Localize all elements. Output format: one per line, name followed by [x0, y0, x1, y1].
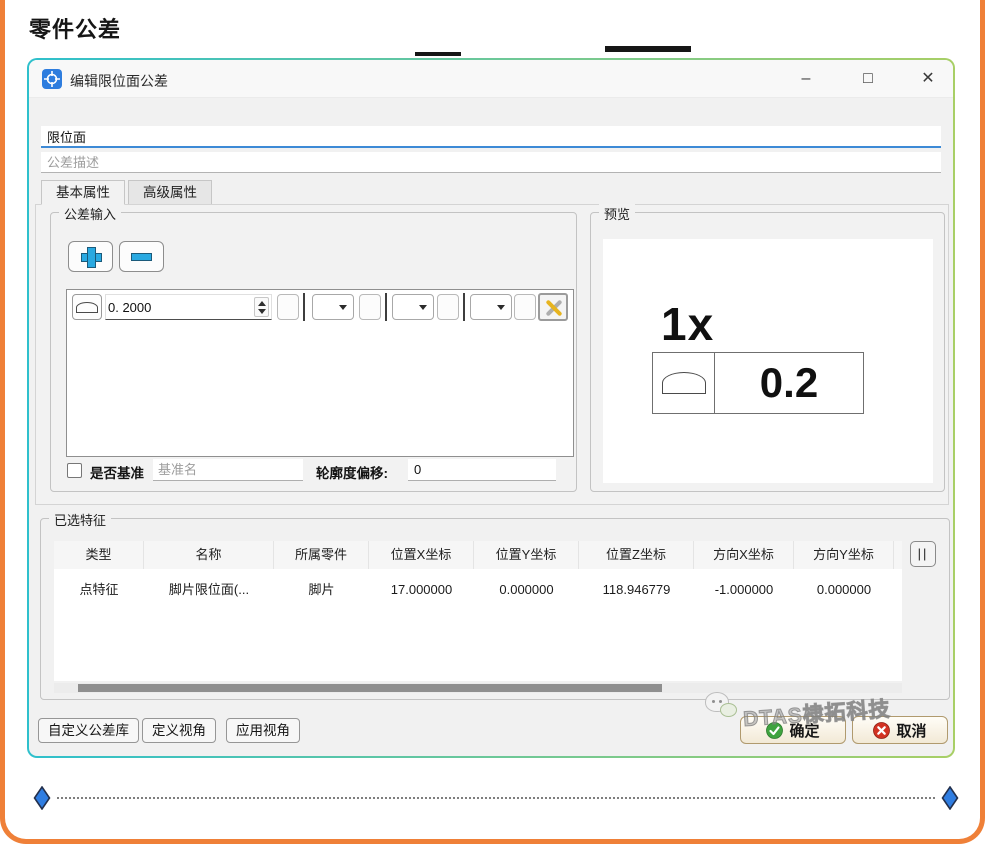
cell-dir-x: -1.000000 — [694, 575, 794, 605]
page-title: 零件公差 — [29, 12, 121, 44]
modifier-box-4[interactable] — [514, 294, 536, 320]
horizontal-scrollbar[interactable] — [54, 683, 902, 693]
profile-offset-label: 轮廓度偏移: — [316, 462, 388, 482]
separator — [303, 293, 305, 321]
chevron-down-icon — [419, 305, 427, 310]
table-row[interactable]: 点特征 脚片限位面(... 脚片 17.000000 0.000000 118.… — [54, 575, 902, 605]
col-part[interactable]: 所属零件 — [274, 541, 369, 569]
datum-combo-1[interactable] — [312, 294, 354, 320]
spinner-arrows[interactable] — [254, 297, 269, 317]
modifier-box-2[interactable] — [359, 294, 381, 320]
part-tolerance-page: 零件公差 编辑限位面公差 – □ ✕ 基本属性 — [0, 0, 985, 844]
is-datum-label: 是否基准 — [90, 462, 144, 482]
tolerance-row — [67, 290, 573, 324]
preview-canvas: 1x 0.2 — [603, 239, 933, 483]
minimize-button[interactable]: – — [791, 64, 821, 94]
define-view-button[interactable]: 定义视角 — [142, 718, 216, 743]
separator — [385, 293, 387, 321]
col-pos-y[interactable]: 位置Y坐标 — [474, 541, 579, 569]
dialog-titlebar[interactable]: 编辑限位面公差 – □ ✕ — [29, 60, 953, 98]
tolerance-description-input[interactable] — [41, 152, 941, 173]
chevron-down-icon — [339, 305, 347, 310]
group-label: 预览 — [599, 204, 635, 223]
group-label: 公差输入 — [59, 204, 121, 223]
dotted-separator — [57, 797, 935, 799]
preview-group: 预览 1x 0.2 — [590, 212, 945, 492]
close-button[interactable]: ✕ — [913, 64, 943, 94]
spin-up-icon[interactable] — [258, 301, 266, 306]
spin-down-icon[interactable] — [258, 309, 266, 314]
minus-icon — [131, 253, 152, 261]
crosshair-app-icon — [42, 69, 62, 89]
selected-features-group: 已选特征 类型 名称 所属零件 位置X坐标 位置Y坐标 位置Z坐标 方向X坐标 … — [40, 518, 950, 700]
profile-of-surface-icon — [76, 302, 98, 313]
dialog-title: 编辑限位面公差 — [70, 71, 168, 91]
feature-multiplier: 1x — [661, 297, 714, 351]
features-table-header: 类型 名称 所属零件 位置X坐标 位置Y坐标 位置Z坐标 方向X坐标 方向Y坐标 — [54, 541, 902, 569]
modifier-box-3[interactable] — [437, 294, 459, 320]
col-name[interactable]: 名称 — [144, 541, 274, 569]
property-tabs: 基本属性 高级属性 — [41, 180, 215, 205]
col-pos-x[interactable]: 位置X坐标 — [369, 541, 474, 569]
tab-advanced-properties[interactable]: 高级属性 — [128, 180, 212, 205]
fcf-symbol-cell — [653, 353, 715, 413]
cell-pos-x: 17.000000 — [369, 575, 474, 605]
modifier-box-1[interactable] — [277, 294, 299, 320]
diamond-icon — [941, 786, 959, 810]
apply-view-button[interactable]: 应用视角 — [226, 718, 300, 743]
datum-name-input[interactable] — [153, 459, 303, 481]
cell-name: 脚片限位面(... — [144, 575, 274, 605]
profile-offset-input[interactable] — [408, 459, 556, 481]
tolerance-value-input[interactable] — [108, 296, 238, 318]
features-table-body: 点特征 脚片限位面(... 脚片 17.000000 0.000000 118.… — [54, 569, 902, 681]
datum-combo-2[interactable] — [392, 294, 434, 320]
tolerance-name-input[interactable] — [41, 126, 941, 148]
group-label: 已选特征 — [49, 510, 111, 529]
profile-of-surface-icon — [662, 372, 706, 394]
tolerance-value-spinner[interactable] — [105, 294, 272, 320]
ok-label: 确定 — [789, 720, 819, 741]
tolerance-input-group: 公差输入 — [50, 212, 577, 492]
cell-dir-y: 0.000000 — [794, 575, 894, 605]
separator — [463, 293, 465, 321]
feature-control-frame: 0.2 — [652, 352, 864, 414]
col-dir-y[interactable]: 方向Y坐标 — [794, 541, 894, 569]
ok-button[interactable]: 确定 — [740, 716, 846, 744]
maximize-button[interactable]: □ — [853, 64, 883, 94]
diamond-icon — [33, 786, 51, 810]
tolerance-list — [66, 289, 574, 457]
cell-part: 脚片 — [274, 575, 369, 605]
column-toggle-button[interactable]: || — [910, 541, 936, 567]
wechat-icon-small — [720, 703, 737, 717]
tolerance-symbol-button[interactable] — [72, 294, 102, 320]
decorative-line — [605, 46, 691, 52]
datum-combo-3[interactable] — [470, 294, 512, 320]
remove-tolerance-button[interactable] — [119, 241, 164, 272]
add-tolerance-button[interactable] — [68, 241, 113, 272]
decorative-line — [415, 52, 461, 56]
col-dir-x[interactable]: 方向X坐标 — [694, 541, 794, 569]
x-icon — [873, 722, 890, 739]
col-type[interactable]: 类型 — [54, 541, 144, 569]
cell-pos-y: 0.000000 — [474, 575, 579, 605]
scrollbar-thumb[interactable] — [78, 684, 662, 692]
tab-basic-properties[interactable]: 基本属性 — [41, 180, 125, 205]
check-icon — [766, 722, 783, 739]
chevron-down-icon — [497, 305, 505, 310]
cancel-label: 取消 — [896, 720, 926, 741]
custom-tolerance-library-button[interactable]: 自定义公差库 — [38, 718, 139, 743]
cell-pos-z: 118.946779 — [579, 575, 694, 605]
col-pos-z[interactable]: 位置Z坐标 — [579, 541, 694, 569]
cell-type: 点特征 — [54, 575, 144, 605]
is-datum-checkbox[interactable] — [67, 463, 82, 478]
cancel-button[interactable]: 取消 — [852, 716, 948, 744]
fcf-value-cell: 0.2 — [715, 353, 863, 413]
edit-limit-surface-tolerance-dialog: 编辑限位面公差 – □ ✕ 基本属性 高级属性 公差输入 — [27, 58, 955, 758]
plus-icon — [81, 247, 100, 266]
advanced-settings-button[interactable] — [538, 293, 568, 321]
